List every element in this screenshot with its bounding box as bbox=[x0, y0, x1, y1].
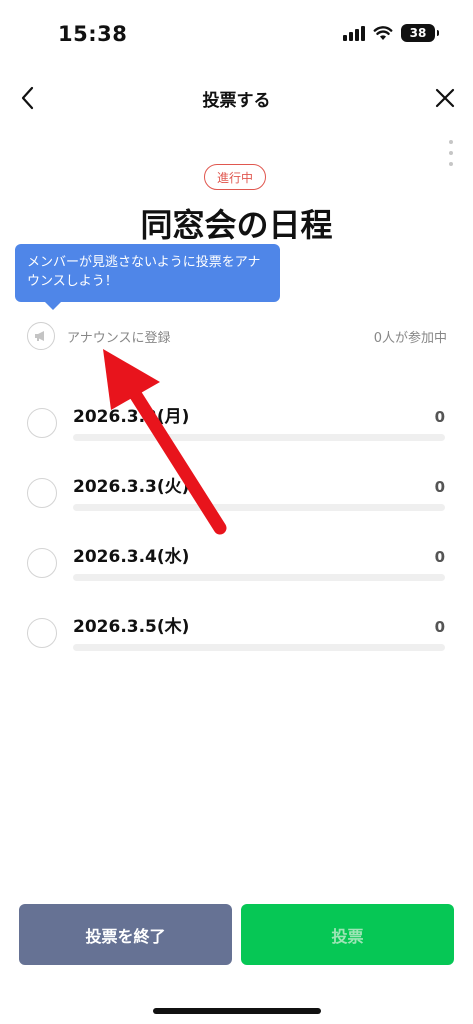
status-badge: 進行中 bbox=[204, 164, 267, 190]
poll-option[interactable]: 2026.3.3(火) 0 bbox=[27, 468, 447, 528]
option-radio[interactable] bbox=[27, 618, 57, 648]
signal-icon bbox=[343, 25, 365, 41]
megaphone-icon[interactable] bbox=[27, 322, 55, 350]
option-count: 0 bbox=[434, 618, 445, 636]
option-count: 0 bbox=[434, 408, 445, 426]
poll-title: 同窓会の日程 bbox=[140, 206, 333, 244]
end-poll-button[interactable]: 投票を終了 bbox=[19, 904, 232, 965]
announce-row[interactable]: アナウンスに登録 0人が参加中 bbox=[27, 320, 447, 352]
more-options-button[interactable] bbox=[447, 140, 455, 166]
option-progress-bar bbox=[73, 434, 445, 441]
option-label: 2026.3.2(月) bbox=[73, 407, 190, 427]
status-icons: 38 bbox=[343, 24, 439, 42]
option-radio[interactable] bbox=[27, 408, 57, 438]
close-icon bbox=[435, 88, 455, 108]
option-label: 2026.3.3(火) bbox=[73, 477, 190, 497]
status-bar: 15:38 38 bbox=[0, 0, 473, 70]
option-progress-bar bbox=[73, 504, 445, 511]
announce-tooltip: メンバーが見逃さないように投票をアナウンスしよう！ bbox=[15, 244, 280, 310]
status-time: 15:38 bbox=[58, 22, 128, 46]
battery-icon: 38 bbox=[401, 24, 439, 42]
option-progress-bar bbox=[73, 574, 445, 581]
vote-button[interactable]: 投票 bbox=[241, 904, 454, 965]
poll-option[interactable]: 2026.3.2(月) 0 bbox=[27, 398, 447, 458]
option-radio[interactable] bbox=[27, 478, 57, 508]
option-radio[interactable] bbox=[27, 548, 57, 578]
option-count: 0 bbox=[434, 478, 445, 496]
poll-option[interactable]: 2026.3.5(木) 0 bbox=[27, 608, 447, 668]
participant-count: 0人が参加中 bbox=[373, 331, 447, 346]
home-indicator bbox=[153, 1008, 321, 1014]
wifi-icon bbox=[373, 26, 393, 40]
option-count: 0 bbox=[434, 548, 445, 566]
close-button[interactable] bbox=[429, 82, 461, 114]
option-label: 2026.3.5(木) bbox=[73, 617, 190, 637]
announce-label: アナウンスに登録 bbox=[67, 331, 171, 346]
option-label: 2026.3.4(水) bbox=[73, 547, 190, 567]
header: 投票する bbox=[0, 70, 473, 126]
option-progress-bar bbox=[73, 644, 445, 651]
poll-option[interactable]: 2026.3.4(水) 0 bbox=[27, 538, 447, 598]
more-icon bbox=[449, 140, 453, 144]
page-title: 投票する bbox=[202, 91, 271, 111]
